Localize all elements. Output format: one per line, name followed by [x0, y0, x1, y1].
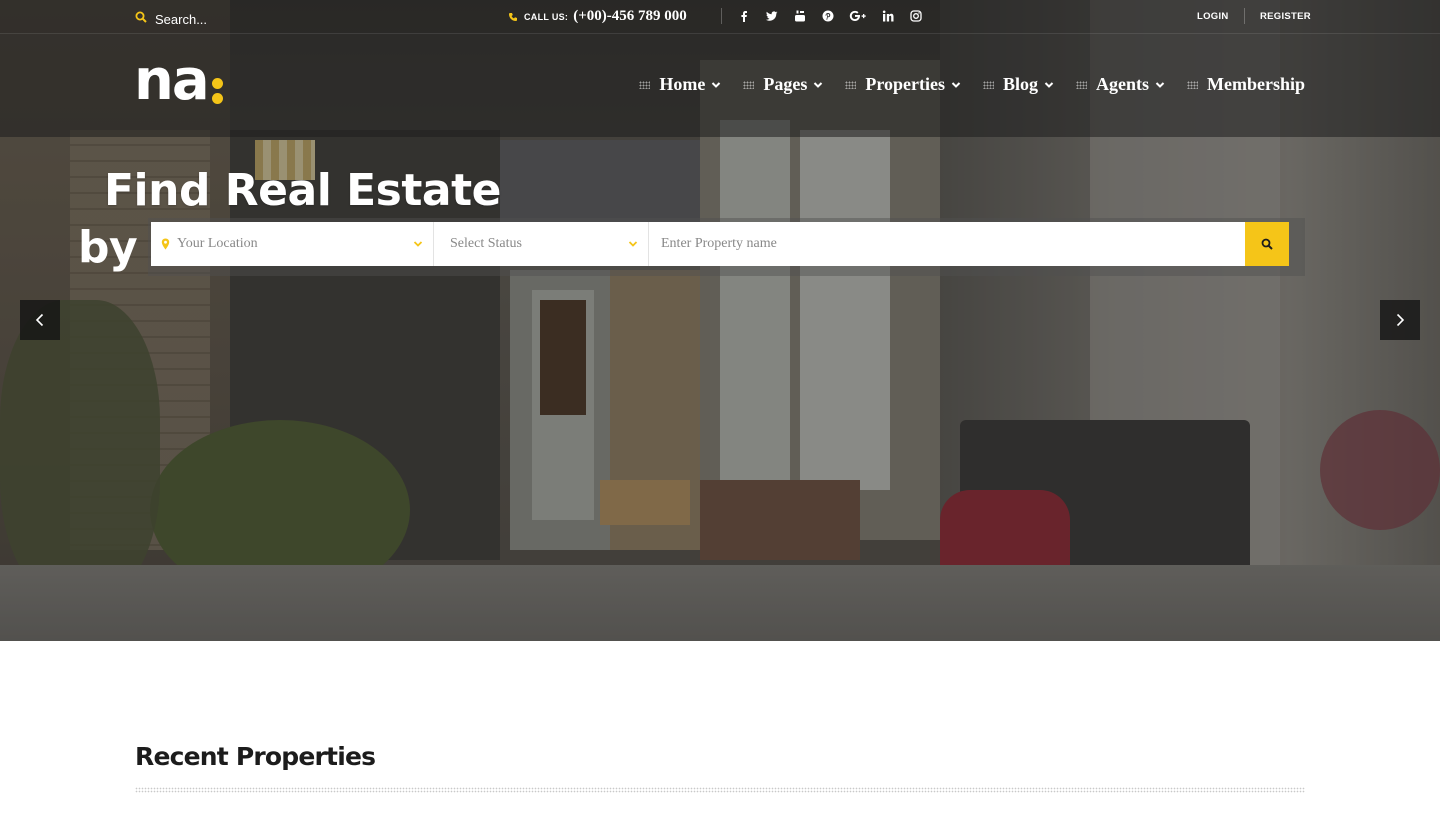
search-input[interactable]: [155, 11, 275, 27]
main-menu: Home Pages Properties Blog Agents Member…: [617, 74, 1305, 95]
chevron-down-icon: [814, 81, 823, 88]
chevron-left-icon: [35, 313, 44, 327]
nav-item-pages[interactable]: Pages: [743, 74, 823, 95]
nav-item-label: Pages: [763, 74, 808, 94]
nav-item-label: Properties: [865, 74, 945, 94]
chevron-down-icon: [1044, 81, 1054, 88]
chevron-down-icon: [628, 241, 638, 247]
register-link[interactable]: REGISTER: [1260, 11, 1311, 22]
chevron-right-icon: [1396, 313, 1405, 327]
map-pin-icon: [161, 238, 170, 250]
logo-colon-dots: [211, 78, 223, 104]
location-placeholder: Your Location: [177, 236, 258, 251]
slider-prev-button[interactable]: [20, 300, 60, 340]
nav-item-label: Agents: [1096, 74, 1149, 94]
instagram-icon[interactable]: [909, 9, 923, 23]
grid-dots-icon: [743, 80, 755, 89]
pinterest-icon[interactable]: [821, 9, 835, 23]
site-logo[interactable]: na: [134, 48, 223, 113]
nav-item-agents[interactable]: Agents: [1076, 74, 1165, 95]
chevron-down-icon: [712, 81, 721, 88]
chevron-down-icon: [951, 81, 961, 88]
hero-headline: Find Real Estate: [104, 165, 501, 216]
chevron-down-icon: [413, 241, 423, 247]
main-navbar: na Home Pages Properties Blog Agents Mem…: [0, 34, 1440, 137]
nav-item-properties[interactable]: Properties: [845, 74, 961, 95]
status-select[interactable]: Select Status: [434, 222, 649, 266]
nav-item-label: Membership: [1207, 74, 1305, 94]
social-links: [737, 9, 923, 23]
section-title: Recent Properties: [135, 742, 376, 771]
phone-icon: [509, 12, 517, 21]
top-bar: CALL US: (+00)-456 789 000 LOGIN REGISTE…: [0, 0, 1440, 34]
chevron-down-icon: [1155, 81, 1165, 88]
divider: [721, 8, 722, 24]
nav-item-label: Blog: [1002, 74, 1038, 94]
search-submit-button[interactable]: [1245, 222, 1289, 266]
top-search: [135, 10, 275, 28]
google-plus-icon[interactable]: [849, 9, 867, 23]
linkedin-icon[interactable]: [881, 9, 895, 23]
status-placeholder: Select Status: [450, 236, 522, 251]
property-search-form: Your Location Select Status: [151, 222, 1289, 266]
section-divider: [135, 787, 1305, 793]
grid-dots-icon: [1076, 80, 1087, 89]
phone-number: (+00)-456 789 000: [573, 8, 687, 24]
divider: [1244, 8, 1245, 24]
grid-dots-icon: [639, 80, 651, 89]
grid-dots-icon: [845, 80, 857, 89]
search-icon: [1261, 238, 1273, 250]
grid-dots-icon: [1187, 80, 1198, 89]
nav-item-membership[interactable]: Membership: [1187, 74, 1305, 95]
location-select[interactable]: Your Location: [151, 222, 434, 266]
nav-item-home[interactable]: Home: [639, 74, 721, 95]
nav-item-blog[interactable]: Blog: [982, 74, 1054, 95]
slider-next-button[interactable]: [1380, 300, 1420, 340]
grid-dots-icon: [982, 80, 994, 89]
login-link[interactable]: LOGIN: [1197, 11, 1229, 22]
logo-text: na: [134, 48, 210, 113]
hero-headline-line2: by: [78, 222, 138, 273]
twitter-icon[interactable]: [765, 9, 779, 23]
nav-item-label: Home: [659, 74, 706, 94]
call-us-label: CALL US:: [524, 11, 569, 22]
facebook-icon[interactable]: [737, 9, 751, 23]
property-name-input[interactable]: [649, 222, 1245, 266]
youtube-icon[interactable]: [793, 9, 807, 23]
call-us: CALL US: (+00)-456 789 000: [508, 8, 687, 25]
search-icon[interactable]: [135, 10, 147, 28]
